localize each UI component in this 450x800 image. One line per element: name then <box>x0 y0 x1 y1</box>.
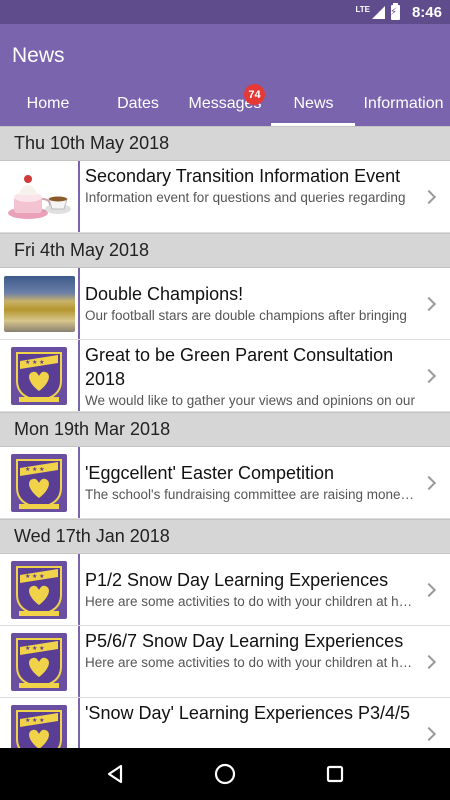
news-title: 'Snow Day' Learning Experiences P3/4/5 <box>85 703 411 723</box>
svg-text:★ ★ ★: ★ ★ ★ <box>25 645 44 652</box>
chevron-right-icon <box>421 189 437 204</box>
tab-messages[interactable]: Messages 74 <box>180 84 270 126</box>
chevron-right-icon <box>421 654 437 669</box>
back-icon <box>107 764 123 784</box>
news-title: 'Eggcellent' Easter Competition <box>85 463 335 483</box>
news-summary: The school's fundraising committee are r… <box>85 487 416 502</box>
tab-label: Information <box>363 95 444 112</box>
news-thumbnail <box>0 161 78 232</box>
tab-label: Home <box>26 95 70 112</box>
svg-text:★ ★ ★: ★ ★ ★ <box>25 717 44 724</box>
home-icon <box>214 763 236 785</box>
tab-news[interactable]: News <box>270 90 357 126</box>
news-list[interactable]: Thu 10th May 2018 Secondary Transition I… <box>0 126 450 748</box>
news-thumbnail: ★ ★ ★ <box>0 447 78 518</box>
school-crest-icon: ★ ★ ★ <box>11 347 67 405</box>
news-thumbnail: ★ ★ ★ <box>0 698 78 748</box>
tab-label: News <box>293 95 334 112</box>
chevron-right-icon <box>421 296 437 311</box>
page-title: News <box>12 44 65 67</box>
signal-icon <box>371 5 385 19</box>
news-item[interactable]: ★ ★ ★ 'Eggcellent' Easter Competition Th… <box>0 447 450 519</box>
system-nav-bar <box>0 748 450 800</box>
tab-dates[interactable]: Dates <box>96 90 180 126</box>
tab-information[interactable]: Information <box>357 90 450 126</box>
news-title: Great to be Green Parent Consultation 20… <box>85 345 394 389</box>
news-item[interactable]: Double Champions! Our football stars are… <box>0 268 450 340</box>
chevron-right-icon <box>421 582 437 597</box>
date-header: Wed 17th Jan 2018 <box>0 519 450 554</box>
chevron-right-icon <box>421 368 437 383</box>
news-summary: Here are some activities to do with your… <box>85 655 416 670</box>
status-bar: LTE 8:46 <box>0 0 450 24</box>
news-item[interactable]: ★ ★ ★ Great to be Green Parent Consultat… <box>0 340 450 412</box>
chevron-right-icon <box>421 475 437 490</box>
svg-text:★ ★ ★: ★ ★ ★ <box>25 573 44 580</box>
date-header: Mon 19th Mar 2018 <box>0 412 450 447</box>
unread-badge: 74 <box>244 84 265 105</box>
svg-text:★ ★ ★: ★ ★ ★ <box>25 359 44 366</box>
tab-home[interactable]: Home <box>0 90 96 126</box>
clock: 8:46 <box>411 3 442 21</box>
teacup-icon <box>4 169 75 225</box>
date-header: Fri 4th May 2018 <box>0 233 450 268</box>
news-thumbnail: ★ ★ ★ <box>0 626 78 697</box>
school-crest-icon: ★ ★ ★ <box>11 633 67 691</box>
app-bar: News Home Dates Messages 74 News Informa… <box>0 24 450 126</box>
team-photo <box>4 276 75 332</box>
tab-bar: Home Dates Messages 74 News Information <box>0 84 450 126</box>
news-title: Double Champions! <box>85 284 244 304</box>
tab-label: Dates <box>117 95 159 112</box>
news-item[interactable]: ★ ★ ★ 'Snow Day' Learning Experiences P3… <box>0 698 450 748</box>
school-crest-icon: ★ ★ ★ <box>11 561 67 619</box>
news-thumbnail: ★ ★ ★ <box>0 340 78 411</box>
news-title: P1/2 Snow Day Learning Experiences <box>85 570 389 590</box>
home-button[interactable] <box>200 749 250 799</box>
news-item[interactable]: ★ ★ ★ P1/2 Snow Day Learning Experiences… <box>0 554 450 626</box>
news-summary: We would like to gather your views and o… <box>85 393 415 408</box>
news-thumbnail: ★ ★ ★ <box>0 554 78 625</box>
news-thumbnail <box>0 268 78 339</box>
network-type: LTE <box>355 4 370 14</box>
school-crest-icon: ★ ★ ★ <box>11 705 67 748</box>
recents-icon <box>326 765 344 783</box>
news-item[interactable]: ★ ★ ★ P5/6/7 Snow Day Learning Experienc… <box>0 626 450 698</box>
date-header: Thu 10th May 2018 <box>0 126 450 161</box>
recents-button[interactable] <box>310 749 360 799</box>
school-crest-icon: ★ ★ ★ <box>11 454 67 512</box>
news-summary: Here are some activities to do with your… <box>85 594 416 609</box>
back-button[interactable] <box>90 749 140 799</box>
news-item[interactable]: Secondary Transition Information Event I… <box>0 161 450 233</box>
news-title: P5/6/7 Snow Day Learning Experiences <box>85 631 404 651</box>
svg-text:★ ★ ★: ★ ★ ★ <box>25 466 44 473</box>
news-summary: Information event for questions and quer… <box>85 190 406 205</box>
news-summary: Our football stars are double champions … <box>85 308 407 323</box>
chevron-right-icon <box>421 726 437 741</box>
battery-icon <box>390 2 400 20</box>
news-title: Secondary Transition Information Event <box>85 166 401 186</box>
